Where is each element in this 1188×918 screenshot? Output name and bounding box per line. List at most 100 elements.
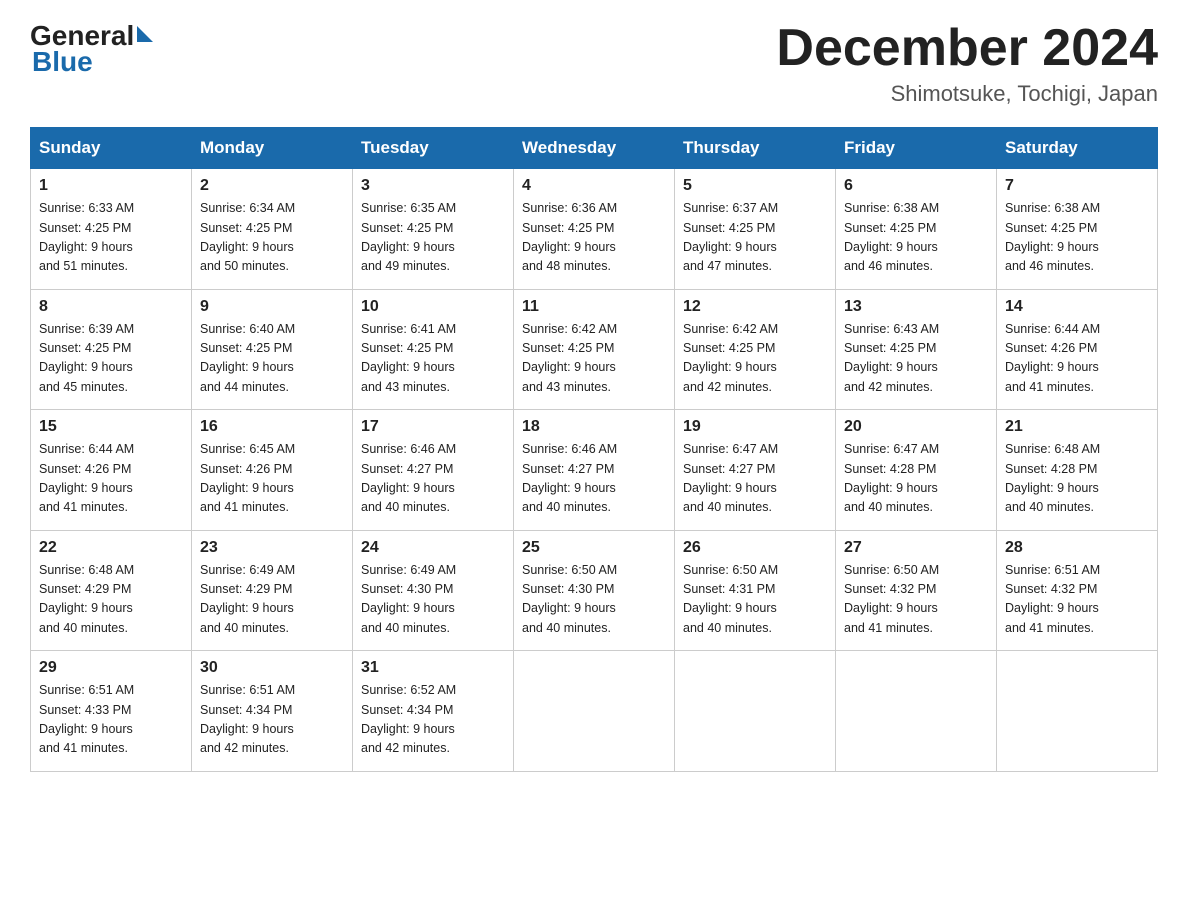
table-row [836, 651, 997, 772]
day-number: 1 [39, 177, 183, 195]
day-number: 15 [39, 418, 183, 436]
table-row: 26 Sunrise: 6:50 AMSunset: 4:31 PMDaylig… [675, 530, 836, 651]
col-friday: Friday [836, 128, 997, 169]
day-info: Sunrise: 6:42 AMSunset: 4:25 PMDaylight:… [683, 322, 778, 394]
table-row: 16 Sunrise: 6:45 AMSunset: 4:26 PMDaylig… [192, 410, 353, 531]
logo-blue-text: Blue [32, 46, 153, 78]
day-number: 22 [39, 539, 183, 557]
calendar-week-row: 1 Sunrise: 6:33 AMSunset: 4:25 PMDayligh… [31, 169, 1158, 290]
logo-arrow-icon [137, 26, 153, 47]
calendar-week-row: 8 Sunrise: 6:39 AMSunset: 4:25 PMDayligh… [31, 289, 1158, 410]
table-row: 18 Sunrise: 6:46 AMSunset: 4:27 PMDaylig… [514, 410, 675, 531]
table-row: 1 Sunrise: 6:33 AMSunset: 4:25 PMDayligh… [31, 169, 192, 290]
table-row: 5 Sunrise: 6:37 AMSunset: 4:25 PMDayligh… [675, 169, 836, 290]
page-header: General Blue December 2024 Shimotsuke, T… [30, 20, 1158, 107]
day-info: Sunrise: 6:49 AMSunset: 4:29 PMDaylight:… [200, 563, 295, 635]
table-row: 24 Sunrise: 6:49 AMSunset: 4:30 PMDaylig… [353, 530, 514, 651]
day-number: 3 [361, 177, 505, 195]
table-row: 12 Sunrise: 6:42 AMSunset: 4:25 PMDaylig… [675, 289, 836, 410]
day-info: Sunrise: 6:37 AMSunset: 4:25 PMDaylight:… [683, 201, 778, 273]
day-number: 31 [361, 659, 505, 677]
table-row [514, 651, 675, 772]
table-row: 21 Sunrise: 6:48 AMSunset: 4:28 PMDaylig… [997, 410, 1158, 531]
day-info: Sunrise: 6:48 AMSunset: 4:29 PMDaylight:… [39, 563, 134, 635]
day-info: Sunrise: 6:50 AMSunset: 4:30 PMDaylight:… [522, 563, 617, 635]
day-info: Sunrise: 6:50 AMSunset: 4:32 PMDaylight:… [844, 563, 939, 635]
day-info: Sunrise: 6:46 AMSunset: 4:27 PMDaylight:… [361, 442, 456, 514]
day-number: 16 [200, 418, 344, 436]
day-info: Sunrise: 6:51 AMSunset: 4:33 PMDaylight:… [39, 683, 134, 755]
day-info: Sunrise: 6:40 AMSunset: 4:25 PMDaylight:… [200, 322, 295, 394]
day-number: 27 [844, 539, 988, 557]
day-info: Sunrise: 6:47 AMSunset: 4:28 PMDaylight:… [844, 442, 939, 514]
col-monday: Monday [192, 128, 353, 169]
day-info: Sunrise: 6:35 AMSunset: 4:25 PMDaylight:… [361, 201, 456, 273]
table-row: 22 Sunrise: 6:48 AMSunset: 4:29 PMDaylig… [31, 530, 192, 651]
day-number: 10 [361, 298, 505, 316]
day-number: 11 [522, 298, 666, 316]
table-row: 3 Sunrise: 6:35 AMSunset: 4:25 PMDayligh… [353, 169, 514, 290]
day-number: 26 [683, 539, 827, 557]
day-number: 17 [361, 418, 505, 436]
col-sunday: Sunday [31, 128, 192, 169]
table-row: 28 Sunrise: 6:51 AMSunset: 4:32 PMDaylig… [997, 530, 1158, 651]
col-thursday: Thursday [675, 128, 836, 169]
table-row: 29 Sunrise: 6:51 AMSunset: 4:33 PMDaylig… [31, 651, 192, 772]
table-row: 27 Sunrise: 6:50 AMSunset: 4:32 PMDaylig… [836, 530, 997, 651]
day-info: Sunrise: 6:45 AMSunset: 4:26 PMDaylight:… [200, 442, 295, 514]
day-info: Sunrise: 6:46 AMSunset: 4:27 PMDaylight:… [522, 442, 617, 514]
day-number: 25 [522, 539, 666, 557]
day-number: 18 [522, 418, 666, 436]
location-subtitle: Shimotsuke, Tochigi, Japan [776, 81, 1158, 107]
day-info: Sunrise: 6:43 AMSunset: 4:25 PMDaylight:… [844, 322, 939, 394]
day-info: Sunrise: 6:39 AMSunset: 4:25 PMDaylight:… [39, 322, 134, 394]
day-info: Sunrise: 6:38 AMSunset: 4:25 PMDaylight:… [1005, 201, 1100, 273]
table-row: 30 Sunrise: 6:51 AMSunset: 4:34 PMDaylig… [192, 651, 353, 772]
table-row: 4 Sunrise: 6:36 AMSunset: 4:25 PMDayligh… [514, 169, 675, 290]
day-number: 9 [200, 298, 344, 316]
table-row: 17 Sunrise: 6:46 AMSunset: 4:27 PMDaylig… [353, 410, 514, 531]
table-row: 9 Sunrise: 6:40 AMSunset: 4:25 PMDayligh… [192, 289, 353, 410]
calendar-week-row: 29 Sunrise: 6:51 AMSunset: 4:33 PMDaylig… [31, 651, 1158, 772]
day-number: 24 [361, 539, 505, 557]
table-row: 20 Sunrise: 6:47 AMSunset: 4:28 PMDaylig… [836, 410, 997, 531]
month-title: December 2024 [776, 20, 1158, 77]
day-info: Sunrise: 6:38 AMSunset: 4:25 PMDaylight:… [844, 201, 939, 273]
logo: General Blue [30, 20, 153, 78]
calendar-week-row: 22 Sunrise: 6:48 AMSunset: 4:29 PMDaylig… [31, 530, 1158, 651]
table-row: 15 Sunrise: 6:44 AMSunset: 4:26 PMDaylig… [31, 410, 192, 531]
day-info: Sunrise: 6:51 AMSunset: 4:32 PMDaylight:… [1005, 563, 1100, 635]
day-number: 12 [683, 298, 827, 316]
day-number: 30 [200, 659, 344, 677]
table-row: 25 Sunrise: 6:50 AMSunset: 4:30 PMDaylig… [514, 530, 675, 651]
table-row [997, 651, 1158, 772]
day-info: Sunrise: 6:44 AMSunset: 4:26 PMDaylight:… [1005, 322, 1100, 394]
day-info: Sunrise: 6:36 AMSunset: 4:25 PMDaylight:… [522, 201, 617, 273]
day-number: 19 [683, 418, 827, 436]
table-row: 7 Sunrise: 6:38 AMSunset: 4:25 PMDayligh… [997, 169, 1158, 290]
day-info: Sunrise: 6:52 AMSunset: 4:34 PMDaylight:… [361, 683, 456, 755]
col-saturday: Saturday [997, 128, 1158, 169]
table-row: 8 Sunrise: 6:39 AMSunset: 4:25 PMDayligh… [31, 289, 192, 410]
table-row: 11 Sunrise: 6:42 AMSunset: 4:25 PMDaylig… [514, 289, 675, 410]
day-info: Sunrise: 6:41 AMSunset: 4:25 PMDaylight:… [361, 322, 456, 394]
table-row [675, 651, 836, 772]
day-number: 29 [39, 659, 183, 677]
calendar-table: Sunday Monday Tuesday Wednesday Thursday… [30, 127, 1158, 772]
day-info: Sunrise: 6:49 AMSunset: 4:30 PMDaylight:… [361, 563, 456, 635]
day-number: 4 [522, 177, 666, 195]
day-number: 20 [844, 418, 988, 436]
day-number: 7 [1005, 177, 1149, 195]
day-number: 13 [844, 298, 988, 316]
day-number: 21 [1005, 418, 1149, 436]
table-row: 10 Sunrise: 6:41 AMSunset: 4:25 PMDaylig… [353, 289, 514, 410]
day-info: Sunrise: 6:42 AMSunset: 4:25 PMDaylight:… [522, 322, 617, 394]
table-row: 19 Sunrise: 6:47 AMSunset: 4:27 PMDaylig… [675, 410, 836, 531]
calendar-week-row: 15 Sunrise: 6:44 AMSunset: 4:26 PMDaylig… [31, 410, 1158, 531]
day-number: 14 [1005, 298, 1149, 316]
day-number: 23 [200, 539, 344, 557]
day-info: Sunrise: 6:34 AMSunset: 4:25 PMDaylight:… [200, 201, 295, 273]
calendar-header-row: Sunday Monday Tuesday Wednesday Thursday… [31, 128, 1158, 169]
day-number: 6 [844, 177, 988, 195]
day-info: Sunrise: 6:51 AMSunset: 4:34 PMDaylight:… [200, 683, 295, 755]
